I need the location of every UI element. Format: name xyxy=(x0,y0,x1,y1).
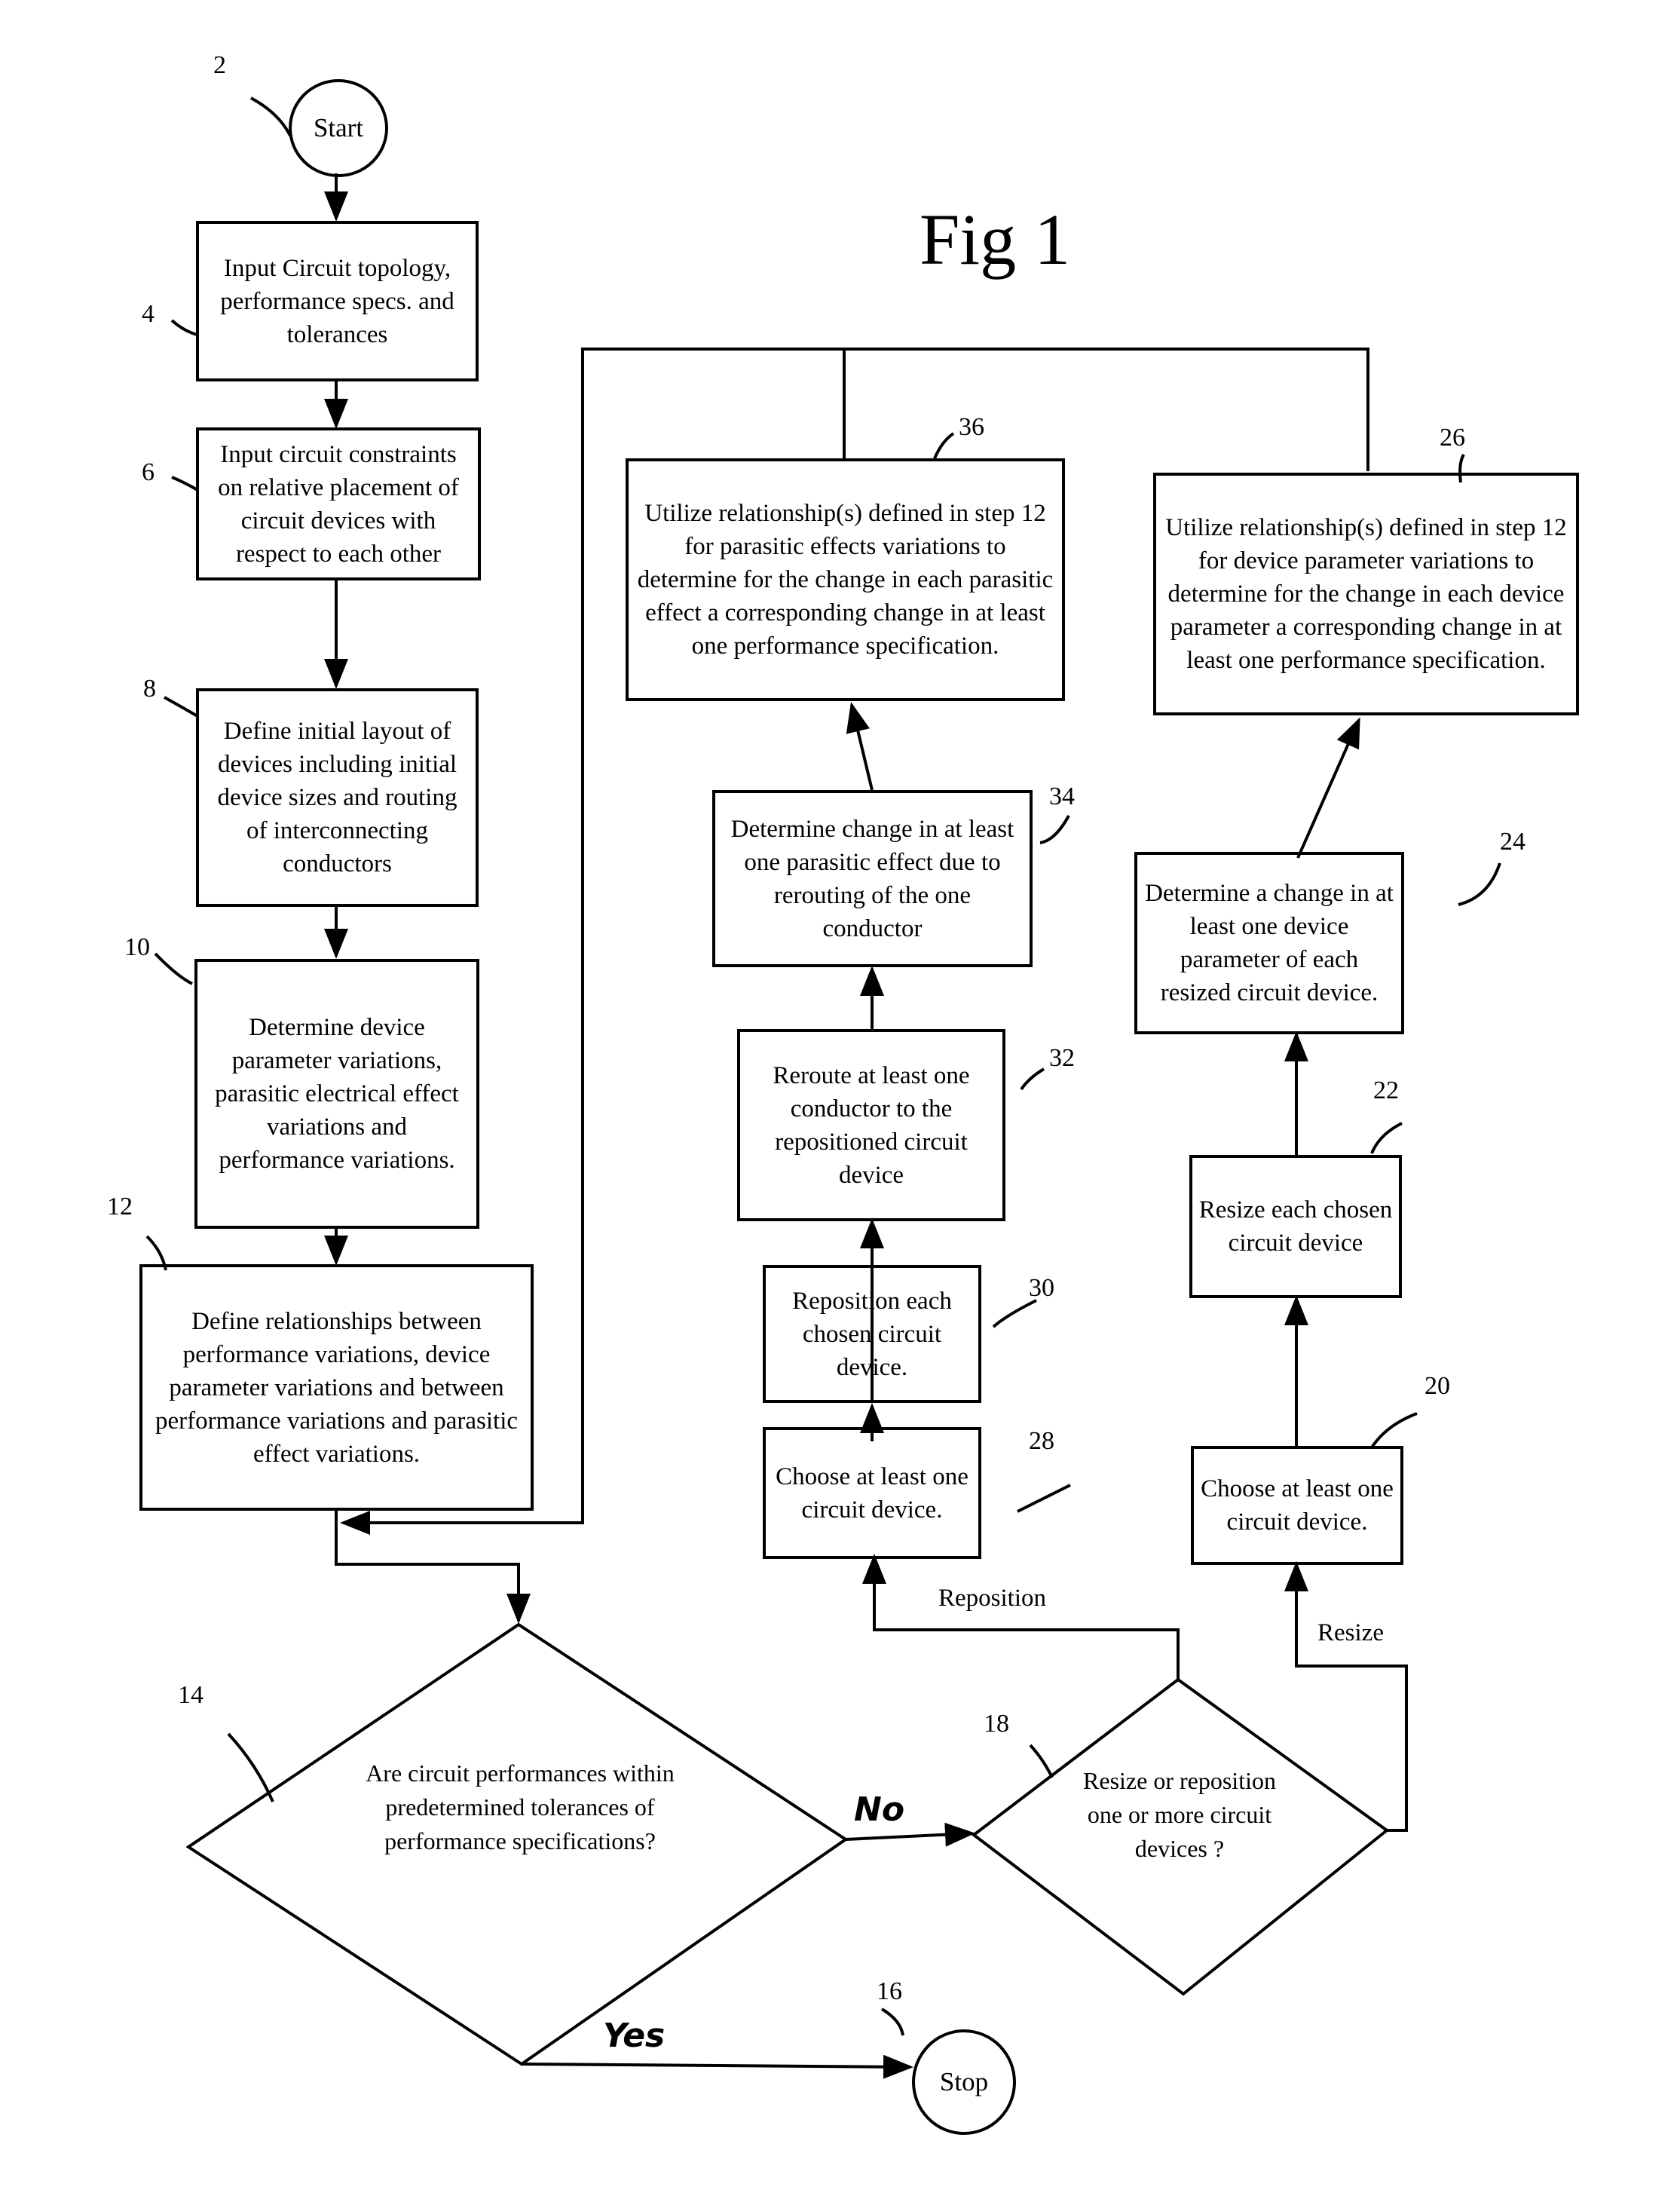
ref-2: 2 xyxy=(213,51,226,79)
leader-22 xyxy=(1370,1122,1403,1154)
ref-18: 18 xyxy=(984,1710,1009,1738)
ref-8: 8 xyxy=(143,675,156,703)
step-10-box[interactable]: Determine device parameter variations, p… xyxy=(194,959,479,1229)
ref-24: 24 xyxy=(1500,828,1525,856)
step-30-text: Reposition each chosen circuit device. xyxy=(792,1287,952,1381)
leader-4 xyxy=(170,319,198,336)
leader-18 xyxy=(1029,1744,1054,1778)
edge-label-yes: Yes xyxy=(603,2017,666,2055)
leader-32 xyxy=(1020,1067,1045,1091)
step-24-box[interactable]: Determine a change in at least one devic… xyxy=(1134,852,1404,1034)
edge-label-no: No xyxy=(854,1790,905,1829)
leader-14 xyxy=(227,1732,274,1802)
step-20-box[interactable]: Choose at least one circuit device. xyxy=(1191,1446,1403,1565)
arrow-no xyxy=(845,1822,975,1847)
step-28-text: Choose at least one circuit device. xyxy=(776,1462,969,1524)
step-22-text: Resize each chosen circuit device xyxy=(1198,1196,1393,1257)
leader-30 xyxy=(992,1299,1037,1328)
step-10-text: Determine device parameter variations, p… xyxy=(215,1014,459,1174)
figure-title: Fig 1 xyxy=(920,199,1071,280)
step-36-text: Utilize relationship(s) defined in step … xyxy=(637,500,1054,660)
step-28-box[interactable]: Choose at least one circuit device. xyxy=(763,1427,981,1559)
ref-22: 22 xyxy=(1373,1076,1399,1104)
stop-label: Stop xyxy=(939,2067,989,2096)
leader-8 xyxy=(164,696,199,718)
leader-20 xyxy=(1370,1412,1418,1449)
ref-12: 12 xyxy=(107,1193,133,1220)
step-4-text: Input Circuit topology, performance spec… xyxy=(220,254,454,348)
ref-20: 20 xyxy=(1424,1372,1450,1400)
ref-28: 28 xyxy=(1029,1427,1054,1455)
ref-32: 32 xyxy=(1049,1044,1075,1072)
ref-14: 14 xyxy=(178,1681,203,1709)
arrow-24-to-26 xyxy=(1296,717,1360,859)
step-34-text: Determine change in at least one parasit… xyxy=(730,815,1014,942)
decision-14[interactable]: Are circuit performances within predeter… xyxy=(347,1756,693,1858)
ref-4: 4 xyxy=(142,300,155,328)
leader-24 xyxy=(1458,862,1501,906)
arrow-resize xyxy=(1284,1561,1408,1832)
start-label: Start xyxy=(313,113,364,142)
ref-16: 16 xyxy=(877,1977,902,2005)
stop-terminal[interactable]: Stop xyxy=(912,2029,1016,2135)
step-22-box[interactable]: Resize each chosen circuit device xyxy=(1189,1155,1402,1298)
ref-34: 34 xyxy=(1049,782,1075,810)
arrow-reposition xyxy=(862,1554,1180,1680)
arrow-34-to-36 xyxy=(846,702,874,791)
step-36-box[interactable]: Utilize relationship(s) defined in step … xyxy=(626,458,1065,701)
step-6-text: Input circuit constraints on relative pl… xyxy=(218,440,459,568)
step-34-box[interactable]: Determine change in at least one parasit… xyxy=(712,790,1033,967)
leader-6 xyxy=(171,476,199,492)
leader-34 xyxy=(1039,815,1070,844)
step-12-box[interactable]: Define relationships between performance… xyxy=(139,1264,534,1511)
step-32-box[interactable]: Reroute at least one conductor to the re… xyxy=(737,1029,1005,1221)
leader-36 xyxy=(933,432,955,459)
leader-10 xyxy=(154,952,193,985)
decision-14-text: Are circuit performances within predeter… xyxy=(366,1759,675,1854)
decision-18-text: Resize or reposition one or more circuit… xyxy=(1083,1767,1276,1862)
step-24-text: Determine a change in at least one devic… xyxy=(1145,880,1394,1006)
edge-label-reposition: Reposition xyxy=(938,1585,1047,1612)
step-26-text: Utilize relationship(s) defined in step … xyxy=(1165,514,1567,674)
step-8-box[interactable]: Define initial layout of devices includi… xyxy=(196,688,479,907)
step-6-box[interactable]: Input circuit constraints on relative pl… xyxy=(196,427,481,580)
edge-label-resize: Resize xyxy=(1317,1619,1384,1646)
arrow-yes xyxy=(521,2054,913,2079)
leader-16 xyxy=(880,2008,904,2036)
start-terminal[interactable]: Start xyxy=(289,79,388,177)
ref-36: 36 xyxy=(959,413,984,441)
arrow-12-to-14 xyxy=(335,1509,531,1624)
step-20-text: Choose at least one circuit device. xyxy=(1201,1475,1394,1536)
step-32-text: Reroute at least one conductor to the re… xyxy=(773,1061,970,1189)
leader-28 xyxy=(1017,1484,1071,1513)
ref-10: 10 xyxy=(124,933,150,961)
ref-6: 6 xyxy=(142,458,155,486)
ref-26: 26 xyxy=(1440,424,1465,452)
step-12-text: Define relationships between performance… xyxy=(155,1307,519,1468)
leader-2 xyxy=(250,96,292,136)
decision-18[interactable]: Resize or reposition one or more circuit… xyxy=(1078,1764,1281,1866)
step-30-box[interactable]: Reposition each chosen circuit device. xyxy=(763,1265,981,1403)
step-4-box[interactable]: Input Circuit topology, performance spec… xyxy=(196,221,479,381)
step-8-text: Define initial layout of devices includi… xyxy=(217,718,457,877)
ref-30: 30 xyxy=(1029,1274,1054,1302)
step-26-box[interactable]: Utilize relationship(s) defined in step … xyxy=(1153,473,1579,715)
